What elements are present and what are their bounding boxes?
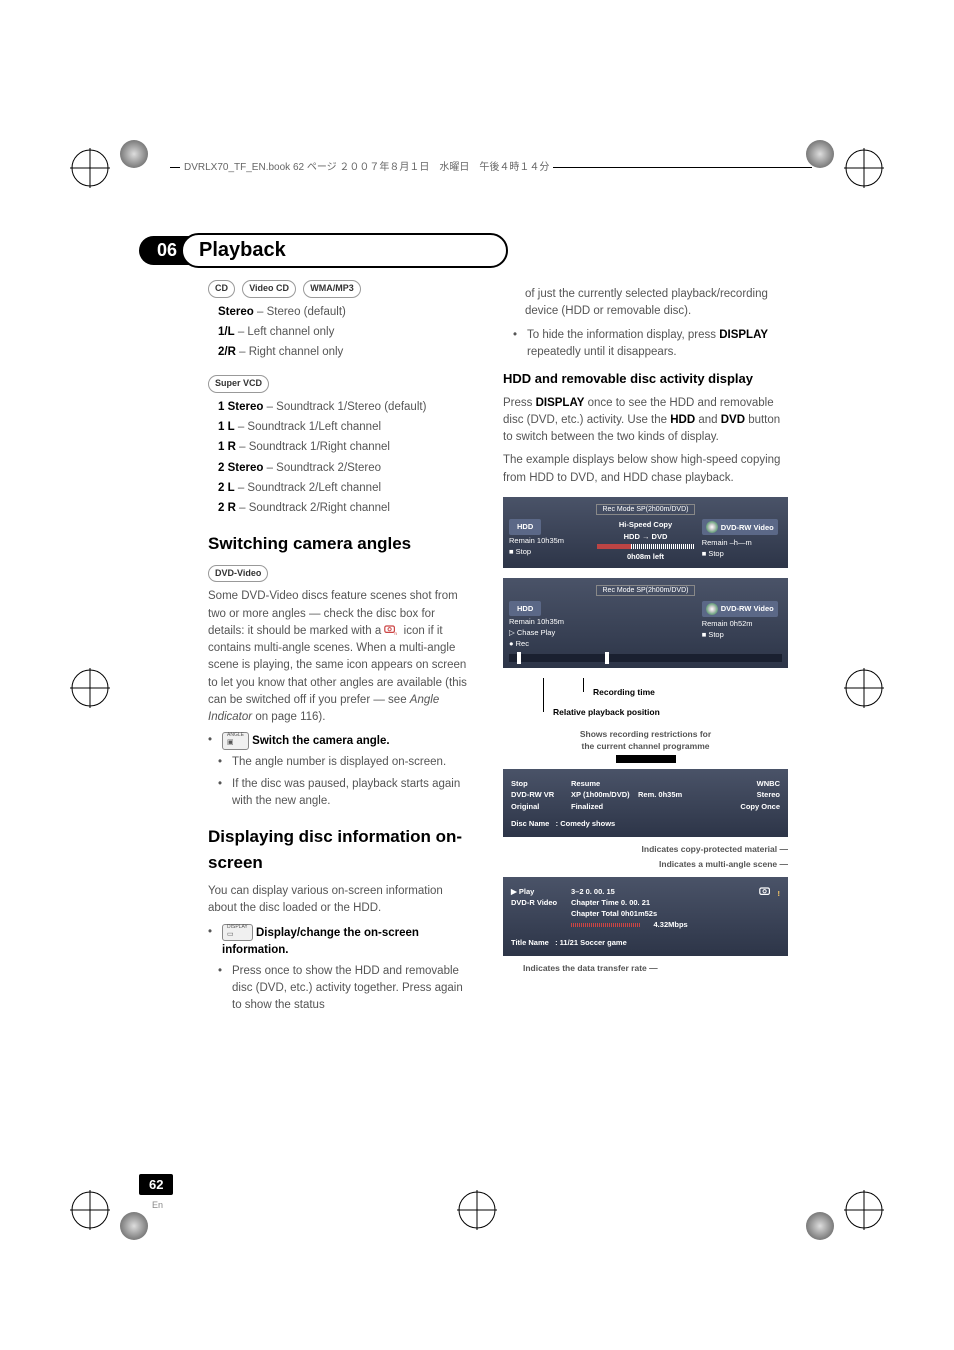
heading-disc-info: Displaying disc information on-screen — [208, 824, 473, 875]
badge-wma: WMA/MP3 — [303, 280, 361, 298]
label-restrictions: Shows recording restrictions forthe curr… — [503, 728, 788, 764]
badge-dvdvideo: DVD-Video — [208, 565, 268, 583]
disc-icon — [706, 521, 718, 533]
osd-panel-chase: Rec Mode SP(2h00m/DVD) HDD Remain 10h35m… — [503, 578, 788, 668]
angle-button-icon: ANGLE▣ — [222, 732, 249, 750]
info-panel-stop: StopDVD-RW VROriginal Resume XP (1h00m/D… — [503, 769, 788, 837]
register-mark — [70, 668, 110, 708]
format-badges: CD Video CD WMA/MP3 — [208, 280, 473, 298]
substep: •The angle number is displayed on-screen… — [218, 754, 473, 771]
label-transfer-rate: Indicates the data transfer rate — — [523, 962, 788, 975]
register-mark — [457, 1190, 497, 1230]
callout-playback-pos: Relative playback position — [553, 706, 660, 719]
svg-text:n: n — [395, 632, 398, 636]
step-display: • DISPLAY▭ Display/change the on-screen … — [208, 924, 473, 959]
corner-dot — [120, 1212, 148, 1240]
register-mark — [70, 148, 110, 188]
corner-dot — [806, 140, 834, 168]
camera-angle-icon: n — [384, 624, 400, 636]
angles-paragraph: Some DVD-Video discs feature scenes shot… — [208, 588, 473, 726]
info-panel-play: ▶ PlayDVD-R Video 3–2 0. 00. 15 Chapter … — [503, 877, 788, 956]
page-language: En — [152, 1200, 163, 1210]
badge-svcd: Super VCD — [208, 375, 269, 393]
substep: •To hide the information display, press … — [513, 327, 788, 362]
step-switch-angle: • ANGLE▣ Switch the camera angle. — [208, 732, 473, 750]
audio-options-1: Stereo – Stereo (default) 1/L – Left cha… — [218, 304, 473, 362]
header-filename: DVRLX70_TF_EN.book 62 ページ ２００７年８月１日 水曜日 … — [180, 158, 553, 173]
continuation: of just the currently selected playback/… — [525, 286, 788, 321]
chapter-badge: 06 Playback — [139, 233, 508, 268]
format-badges-3: DVD-Video — [208, 565, 473, 583]
heading-activity-display: HDD and removable disc activity display — [503, 369, 788, 389]
bitrate-bar-icon — [571, 923, 641, 927]
substep: •If the disc was paused, playback starts… — [218, 776, 473, 811]
disc-info-para: You can display various on-screen inform… — [208, 883, 473, 918]
format-badges-2: Super VCD — [208, 375, 473, 393]
label-multi-angle: Indicates a multi-angle scene — — [503, 858, 788, 871]
badge-videocd: Video CD — [242, 280, 296, 298]
corner-dot — [806, 1212, 834, 1240]
register-mark — [844, 1190, 884, 1230]
audio-options-2: 1 Stereo – Soundtrack 1/Stereo (default)… — [218, 399, 473, 518]
register-mark — [844, 148, 884, 188]
register-mark — [844, 668, 884, 708]
heading-switching-angles: Switching camera angles — [208, 531, 473, 557]
activity-p2: The example displays below show high-spe… — [503, 452, 788, 487]
label-copy-protected: Indicates copy-protected material — — [503, 843, 788, 856]
camera-angle-icon — [759, 886, 775, 898]
substep: •Press once to show the HDD and removabl… — [218, 963, 473, 1015]
warning-icon: ! — [778, 889, 781, 898]
activity-p1: Press DISPLAY once to see the HDD and re… — [503, 395, 788, 447]
osd-panel-copy: Rec Mode SP(2h00m/DVD) HDD Remain 10h35m… — [503, 497, 788, 568]
disc-icon — [706, 603, 718, 615]
display-button-icon: DISPLAY▭ — [222, 924, 253, 942]
chapter-title: Playback — [181, 233, 508, 268]
register-mark — [70, 1190, 110, 1230]
badge-cd: CD — [208, 280, 235, 298]
page-number: 62 — [139, 1174, 173, 1195]
callout-rec-time: Recording time — [593, 686, 655, 699]
corner-dot — [120, 140, 148, 168]
